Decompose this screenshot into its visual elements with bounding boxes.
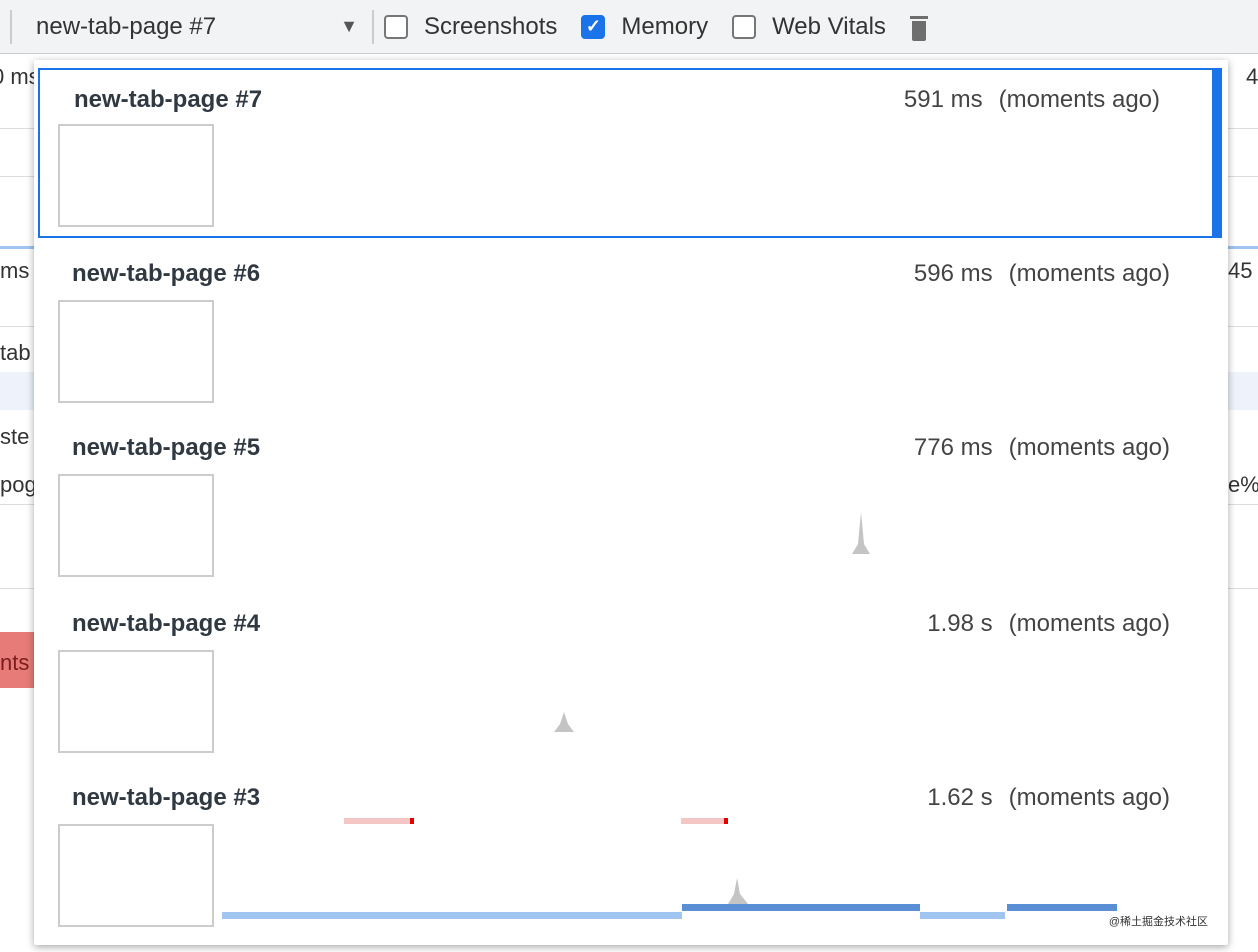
screenshot-thumbnail [58, 824, 214, 927]
toolbar: new-tab-page #7 ▼ Screenshots ✓ Memory We… [0, 0, 1258, 54]
bg-text: e%3 [1228, 472, 1258, 497]
bg-text: ste [0, 424, 30, 449]
cpu-overview [852, 512, 870, 554]
long-task-bar [681, 818, 725, 824]
recording-duration: 591 ms [903, 86, 983, 113]
recording-meta: 596 ms (moments ago) [898, 260, 1170, 288]
screenshot-thumbnail [58, 474, 214, 577]
checkbox-label: Web Vitals [772, 12, 886, 40]
long-task-marker [724, 818, 728, 824]
long-task-marker [410, 818, 414, 824]
recording-meta: 1.98 s (moments ago) [911, 610, 1170, 638]
memory-checkbox[interactable]: ✓ Memory [581, 13, 708, 41]
recording-time: (moments ago) [998, 86, 1160, 113]
recording-title: new-tab-page #3 [72, 784, 261, 811]
checkbox-icon[interactable] [732, 14, 757, 39]
recording-duration: 776 ms [913, 434, 993, 461]
recording-select[interactable]: new-tab-page #7 ▼ [22, 13, 362, 41]
recording-time: (moments ago) [1008, 610, 1170, 637]
watermark: @稀土掘金技术社区 [1108, 916, 1208, 928]
recordings-dropdown: new-tab-page #7 591 ms (moments ago) new-… [34, 60, 1228, 945]
recording-item[interactable]: new-tab-page #7 591 ms (moments ago) [38, 68, 1222, 238]
recording-duration: 596 ms [913, 260, 993, 287]
recording-title: new-tab-page #7 [74, 86, 263, 113]
recording-item[interactable]: new-tab-page #6 596 ms (moments ago) [38, 244, 1222, 414]
divider [10, 9, 12, 44]
recording-time: (moments ago) [1008, 784, 1170, 811]
cpu-spike [554, 712, 574, 732]
recording-item[interactable]: new-tab-page #4 1.98 s (moments ago) [38, 594, 1222, 764]
caret-down-icon: ▼ [340, 16, 358, 36]
screenshot-thumbnail [58, 124, 214, 227]
screenshot-thumbnail [58, 650, 214, 753]
recording-duration: 1.98 s [927, 610, 993, 637]
network-bar [1007, 904, 1117, 911]
recording-meta: 776 ms (moments ago) [898, 434, 1170, 462]
bg-text: ms [0, 258, 30, 283]
bg-text: pog [0, 472, 37, 497]
bg-text: tab [0, 340, 31, 365]
divider [372, 9, 374, 44]
recording-item[interactable]: new-tab-page #5 776 ms (moments ago) [38, 418, 1222, 588]
bg-text: 45 [1228, 258, 1253, 283]
recording-title: new-tab-page #4 [72, 610, 261, 637]
recording-item[interactable]: new-tab-page #3 1.62 s (moments ago) [38, 768, 1222, 938]
recording-title: new-tab-page #6 [72, 260, 261, 287]
cpu-overview [554, 712, 574, 732]
network-bar [222, 912, 682, 919]
recording-meta: 591 ms (moments ago) [888, 86, 1160, 114]
recording-duration: 1.62 s [927, 784, 993, 811]
checkbox-label: Screenshots [424, 12, 558, 40]
recording-title: new-tab-page #5 [72, 434, 261, 461]
checkbox-icon[interactable] [384, 14, 408, 39]
checkbox-label: Memory [621, 12, 709, 40]
long-task-bar [344, 818, 412, 824]
screenshots-checkbox[interactable]: Screenshots [384, 13, 557, 41]
bg-text: nts [0, 650, 30, 675]
recording-time: (moments ago) [1008, 260, 1170, 287]
recording-time: (moments ago) [1008, 434, 1170, 461]
activity-overview [222, 818, 1117, 919]
recording-meta: 1.62 s (moments ago) [911, 784, 1170, 812]
network-bar [682, 904, 920, 911]
cpu-spike [852, 512, 870, 554]
screenshot-thumbnail [58, 300, 214, 403]
network-bar [920, 912, 1005, 919]
bg-text: 4 [1246, 64, 1258, 89]
trash-icon[interactable] [909, 13, 928, 41]
recording-select-value: new-tab-page #7 [36, 12, 217, 40]
cpu-spike [728, 878, 748, 904]
checkbox-checked-icon[interactable]: ✓ [581, 14, 606, 39]
web-vitals-checkbox[interactable]: Web Vitals [732, 13, 886, 41]
